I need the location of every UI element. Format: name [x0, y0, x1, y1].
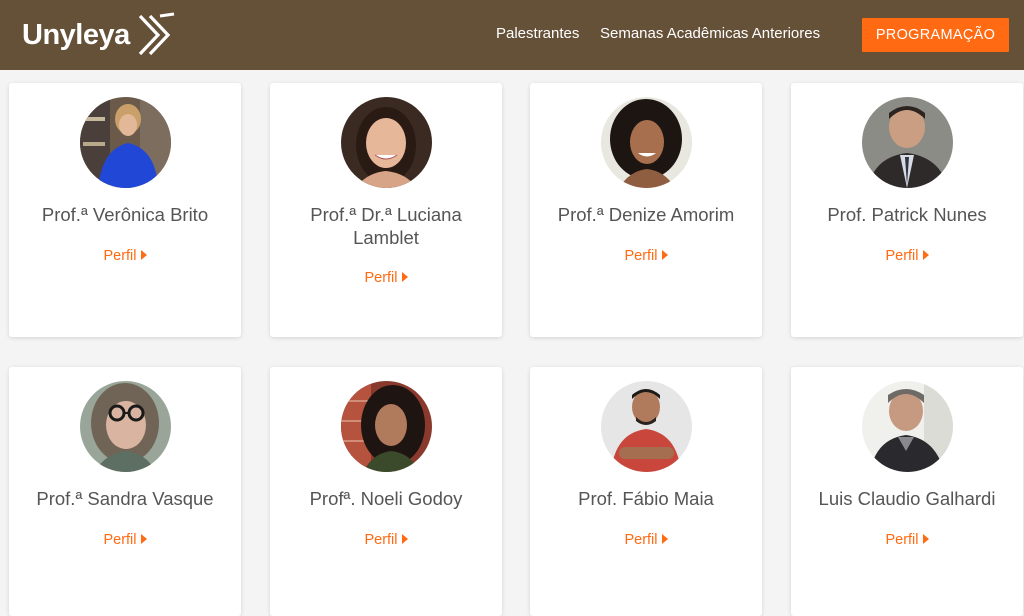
perfil-link[interactable]: Perfil — [791, 248, 1023, 264]
perfil-label: Perfil — [103, 532, 137, 548]
caret-right-icon — [661, 250, 668, 260]
speaker-photo — [862, 97, 953, 188]
nav-palestrantes[interactable]: Palestrantes — [496, 25, 579, 42]
caret-right-icon — [140, 250, 147, 260]
perfil-label: Perfil — [885, 532, 919, 548]
perfil-label: Perfil — [885, 248, 919, 264]
speaker-card: Prof. Fábio Maia Perfil — [530, 367, 762, 616]
perfil-label: Perfil — [624, 248, 658, 264]
speaker-name: Luis Claudio Galhardi — [818, 488, 996, 509]
speaker-name: Prof.ª Sandra Vasque — [36, 488, 214, 509]
speaker-card: Prof. Patrick Nunes Perfil — [791, 83, 1023, 337]
speaker-name: Profª. Noeli Godoy — [309, 488, 463, 509]
speaker-photo — [862, 381, 953, 472]
logo-chevrons-icon — [138, 12, 174, 56]
perfil-link[interactable]: Perfil — [270, 532, 502, 548]
speaker-card: Prof.ª Verônica Brito Perfil — [9, 83, 241, 337]
speaker-card: Profª. Noeli Godoy Perfil — [270, 367, 502, 616]
caret-right-icon — [922, 534, 929, 544]
perfil-label: Perfil — [103, 248, 137, 264]
speaker-name: Prof.ª Verônica Brito — [41, 204, 209, 225]
perfil-label: Perfil — [624, 532, 658, 548]
speaker-card: Prof.ª Sandra Vasque Perfil — [9, 367, 241, 616]
speaker-card: Luis Claudio Galhardi Perfil — [791, 367, 1023, 616]
perfil-label: Perfil — [364, 270, 398, 286]
perfil-link[interactable]: Perfil — [9, 532, 241, 548]
speaker-photo — [341, 97, 432, 188]
speaker-photo — [341, 381, 432, 472]
speaker-photo — [601, 381, 692, 472]
speaker-photo — [601, 97, 692, 188]
top-navbar: Unyleya Palestrantes Semanas Acadêmicas … — [0, 0, 1024, 70]
speaker-name: Prof. Patrick Nunes — [827, 204, 987, 225]
speaker-card: Prof.ª Dr.ª Luciana Lamblet Perfil — [270, 83, 502, 337]
perfil-link[interactable]: Perfil — [530, 248, 762, 264]
programacao-button[interactable]: PROGRAMAÇÃO — [862, 18, 1009, 52]
speaker-card: Prof.ª Denize Amorim Perfil — [530, 83, 762, 337]
speaker-name: Prof. Fábio Maia — [578, 488, 714, 509]
perfil-link[interactable]: Perfil — [530, 532, 762, 548]
perfil-link[interactable]: Perfil — [791, 532, 1023, 548]
perfil-link[interactable]: Perfil — [9, 248, 241, 264]
logo-text: Unyleya — [22, 18, 130, 51]
caret-right-icon — [922, 250, 929, 260]
speaker-photo — [80, 97, 171, 188]
speaker-photo — [80, 381, 171, 472]
unyleya-logo[interactable]: Unyleya — [22, 12, 176, 58]
caret-right-icon — [401, 534, 408, 544]
speaker-name: Prof.ª Denize Amorim — [557, 204, 735, 225]
perfil-link[interactable]: Perfil — [270, 270, 502, 286]
caret-right-icon — [661, 534, 668, 544]
nav-semanas-anteriores[interactable]: Semanas Acadêmicas Anteriores — [600, 25, 820, 42]
caret-right-icon — [401, 272, 408, 282]
caret-right-icon — [140, 534, 147, 544]
speaker-name: Prof.ª Dr.ª Luciana Lamblet — [310, 204, 462, 248]
perfil-label: Perfil — [364, 532, 398, 548]
